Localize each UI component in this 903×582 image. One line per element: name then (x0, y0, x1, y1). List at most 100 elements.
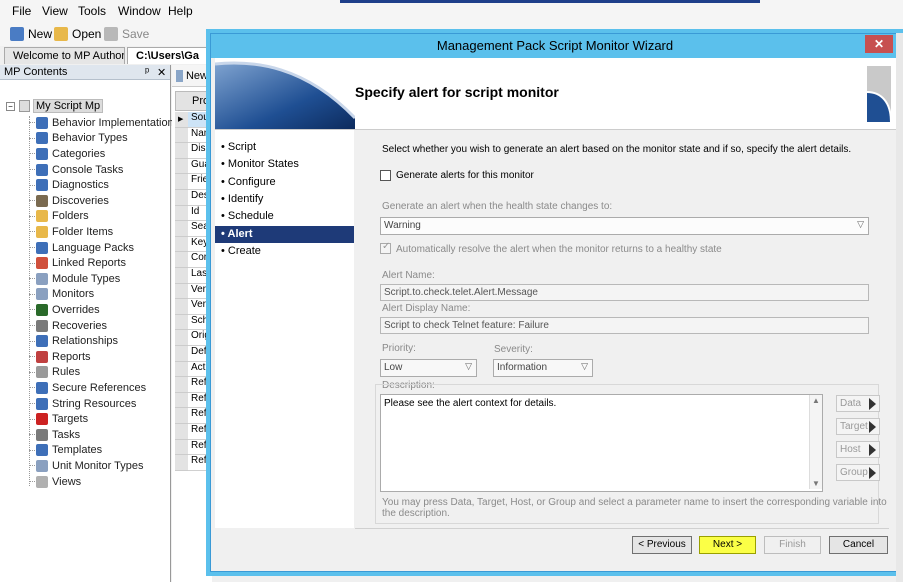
priority-value: Low (384, 362, 403, 373)
step-script[interactable]: • Script (215, 139, 354, 156)
pin-icon[interactable]: ᵖ (145, 66, 149, 78)
step-alert[interactable]: • Alert (215, 225, 354, 243)
scroll-down-icon[interactable]: ▼ (812, 479, 820, 488)
row-header[interactable] (175, 361, 188, 378)
previous-button[interactable]: < Previous (632, 536, 692, 554)
alert-display-field[interactable]: Script to check Telnet feature: Failure (380, 317, 869, 334)
tree-item-behavior-types[interactable]: Behavior Types (29, 131, 128, 147)
row-header[interactable] (175, 424, 188, 440)
row-header[interactable] (175, 174, 188, 190)
row-header[interactable] (175, 392, 188, 409)
row-header[interactable] (175, 377, 188, 393)
row-header[interactable] (175, 439, 188, 456)
menu-bar: File View Tools Window Help (0, 0, 903, 22)
close-icon[interactable]: ✕ (157, 66, 166, 79)
health-state-dropdown[interactable]: Warning ▽ (380, 217, 869, 235)
row-header[interactable] (175, 190, 188, 206)
row-header[interactable] (175, 205, 188, 222)
tree-item-relationships[interactable]: Relationships (29, 333, 118, 349)
row-header[interactable] (175, 221, 188, 237)
row-header[interactable] (175, 408, 188, 424)
description-scrollbar[interactable]: ▲ ▼ (809, 395, 822, 489)
tree-item-targets[interactable]: Targets (29, 411, 88, 427)
diagnostics-icon (36, 179, 48, 192)
tree-connector (29, 340, 35, 342)
menu-help[interactable]: Help (168, 4, 193, 18)
row-header[interactable] (175, 268, 188, 284)
tree-item-views[interactable]: Views (29, 474, 81, 490)
row-header[interactable] (175, 252, 188, 268)
scroll-up-icon[interactable]: ▲ (812, 396, 820, 405)
tree-root[interactable]: − My Script Mp (6, 99, 104, 113)
step-create[interactable]: • Create (215, 243, 354, 260)
save-button[interactable]: Save (104, 25, 149, 43)
tree-item-reports[interactable]: Reports (29, 349, 91, 365)
step-monitor-states[interactable]: • Monitor States (215, 156, 354, 173)
description-field[interactable]: Please see the alert context for details… (380, 394, 823, 492)
tree-item-linked-reports[interactable]: Linked Reports (29, 255, 126, 271)
tree-item-unit-monitor-types[interactable]: Unit Monitor Types (29, 458, 144, 474)
tree-item-folders[interactable]: Folders (29, 209, 89, 225)
tree-item-discoveries[interactable]: Discoveries (29, 193, 109, 209)
generate-alerts-checkbox[interactable] (380, 170, 391, 181)
host-button[interactable]: Host (836, 441, 880, 458)
tree-item-folder-items[interactable]: Folder Items (29, 224, 113, 240)
collapse-icon[interactable]: − (6, 101, 15, 111)
window-scrollbar[interactable] (896, 33, 903, 582)
tree-item-label: Targets (52, 413, 89, 426)
row-header[interactable] (175, 236, 188, 253)
tree-item-tasks[interactable]: Tasks (29, 427, 80, 443)
cancel-button[interactable]: Cancel (829, 536, 888, 554)
tree-item-monitors[interactable]: Monitors (29, 287, 94, 303)
row-header[interactable] (175, 346, 188, 362)
row-header[interactable] (175, 143, 188, 159)
priority-dropdown[interactable]: Low ▽ (380, 359, 477, 377)
step-schedule[interactable]: • Schedule (215, 208, 354, 225)
tree-item-diagnostics[interactable]: Diagnostics (29, 177, 109, 193)
open-button[interactable]: Open (54, 25, 101, 43)
menu-window[interactable]: Window (118, 4, 161, 18)
row-header[interactable] (175, 455, 188, 471)
step-configure[interactable]: • Configure (215, 174, 354, 191)
data-button[interactable]: Data (836, 395, 880, 412)
generate-alerts-label: Generate alerts for this monitor (396, 170, 534, 181)
severity-dropdown[interactable]: Information ▽ (493, 359, 593, 377)
row-header[interactable] (175, 127, 188, 144)
step-identify[interactable]: • Identify (215, 191, 354, 208)
tree-item-label: Folders (52, 210, 89, 223)
tree-item-recoveries[interactable]: Recoveries (29, 318, 107, 334)
mid-new-label[interactable]: New (186, 70, 208, 82)
tree-item-module-types[interactable]: Module Types (29, 271, 120, 287)
new-label: New (28, 27, 53, 41)
target-button[interactable]: Target (836, 418, 880, 435)
tree-item-templates[interactable]: Templates (29, 443, 102, 459)
tree-item-rules[interactable]: Rules (29, 365, 80, 381)
finish-button[interactable]: Finish (764, 536, 821, 554)
tab-welcome[interactable]: Welcome to MP Author! (4, 47, 125, 64)
tree-item-secure-references[interactable]: Secure References (29, 380, 146, 396)
row-header[interactable]: ▶ (175, 112, 188, 128)
alert-name-field[interactable]: Script.to.check.telet.Alert.Message (380, 284, 869, 301)
views-icon (36, 475, 48, 488)
new-button[interactable]: New (10, 25, 52, 43)
tree-item-console-tasks[interactable]: Console Tasks (29, 162, 123, 178)
auto-resolve-checkbox[interactable] (380, 241, 391, 254)
menu-tools[interactable]: Tools (78, 4, 106, 18)
dialog-close-button[interactable]: ✕ (865, 35, 893, 53)
mp-contents-pane: MP Contents ᵖ ✕ − My Script Mp Behavior … (0, 65, 174, 582)
tree-item-language-packs[interactable]: Language Packs (29, 240, 134, 256)
tab-file-path[interactable]: C:\Users\Ga (127, 47, 213, 64)
next-button[interactable]: Next > (699, 536, 756, 554)
menu-file[interactable]: File (12, 4, 31, 18)
tree-item-overrides[interactable]: Overrides (29, 302, 100, 318)
row-header[interactable] (175, 158, 188, 175)
tree-item-string-resources[interactable]: String Resources (29, 396, 136, 412)
row-header[interactable] (175, 299, 188, 315)
row-header[interactable] (175, 314, 188, 331)
row-header[interactable] (175, 330, 188, 346)
row-header[interactable] (175, 283, 188, 300)
menu-view[interactable]: View (42, 4, 68, 18)
tree-item-categories[interactable]: Categories (29, 146, 105, 162)
group-button[interactable]: Group (836, 464, 880, 481)
tree-item-behavior-implementation[interactable]: Behavior Implementation (29, 115, 174, 131)
